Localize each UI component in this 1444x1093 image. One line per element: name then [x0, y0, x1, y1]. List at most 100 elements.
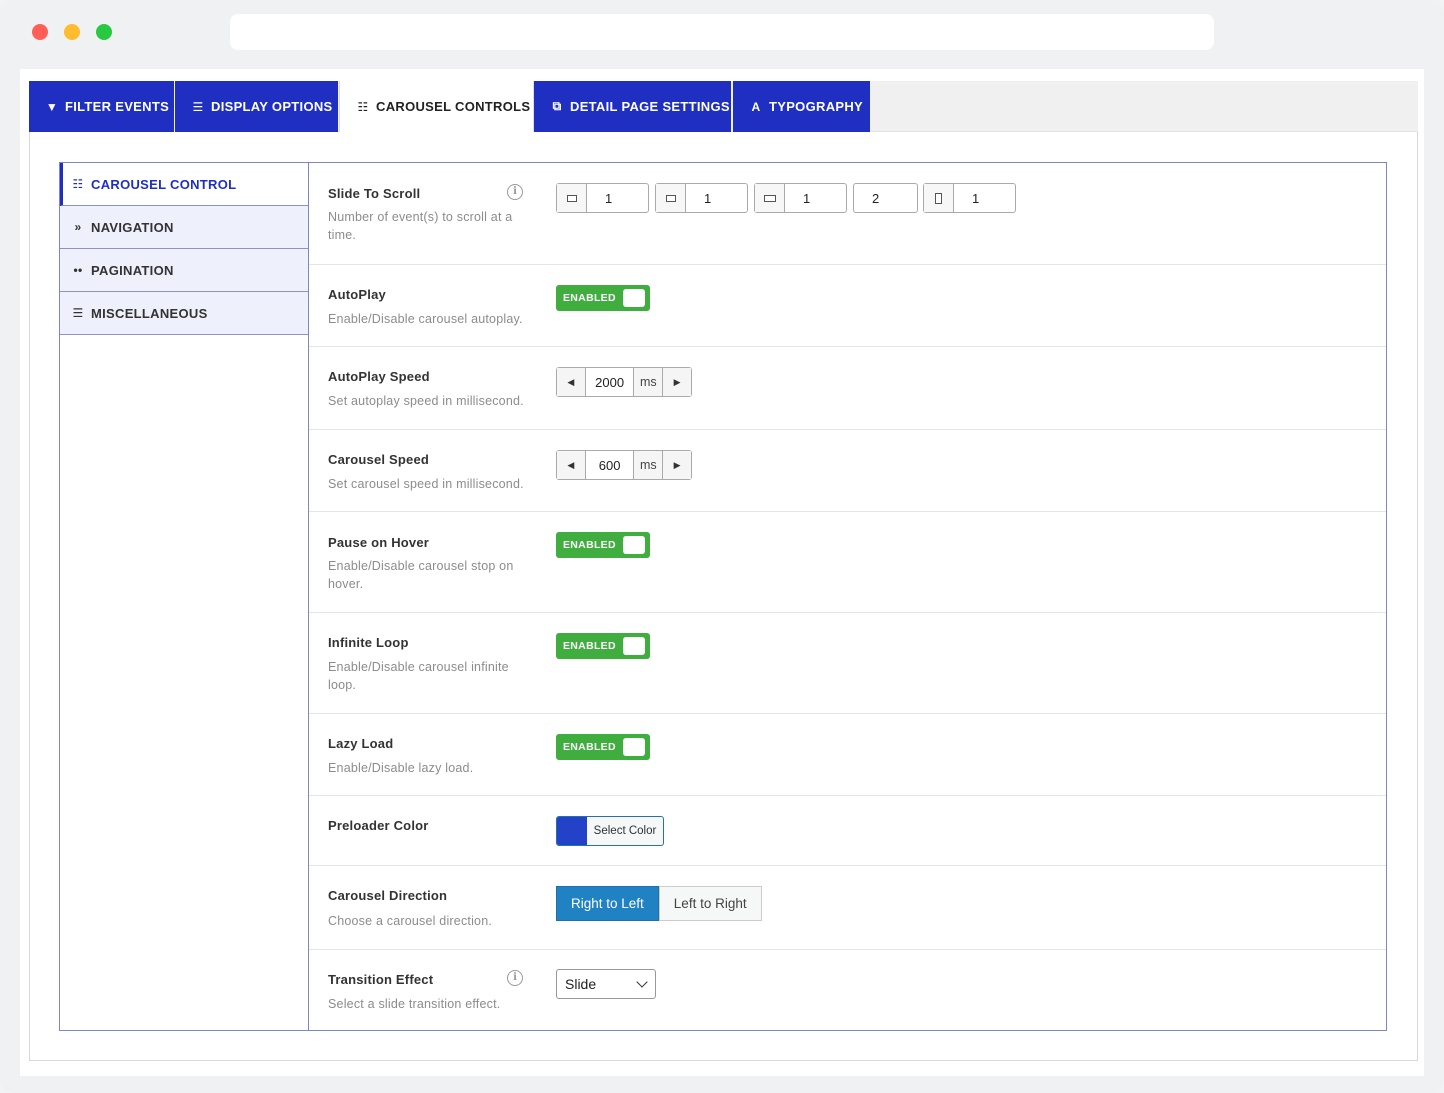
setting-autoplay-speed: AutoPlay Speed Set autoplay speed in mil… — [309, 347, 1386, 430]
sliders-icon: ☷ — [357, 99, 369, 114]
mobile-icon — [924, 184, 954, 212]
angle-double-right-icon: » — [74, 220, 82, 234]
sidebar-item-label: NAVIGATION — [91, 219, 174, 235]
sidebar-item-carousel-control[interactable]: ☷ CAROUSEL CONTROL — [60, 163, 308, 206]
sub-sidebar: ☷ CAROUSEL CONTROL » NAVIGATION •• PAGIN… — [60, 163, 309, 1030]
toggle-knob — [623, 738, 645, 756]
setting-title: Carousel Speed — [328, 452, 430, 467]
tab-display-options[interactable]: ☰ DISPLAY OPTIONS — [175, 81, 338, 132]
setting-preloader-color: Preloader Color Select Color — [309, 796, 1386, 866]
tablet-input[interactable]: 1 — [754, 183, 847, 213]
left-to-right-button[interactable]: Left to Right — [658, 886, 762, 921]
carousel-speed-input[interactable]: 600 — [586, 451, 634, 479]
right-to-left-button[interactable]: Right to Left — [556, 886, 659, 921]
sidebar-item-pagination[interactable]: •• PAGINATION — [60, 249, 308, 292]
transition-effect-select[interactable]: Slide — [556, 969, 656, 999]
chevron-down-icon — [636, 976, 648, 988]
font-icon: A — [751, 99, 761, 114]
toggle-knob — [623, 289, 645, 307]
tab-filter-events[interactable]: ▼ FILTER EVENTS — [29, 81, 174, 132]
setting-description: Select a slide transition effect. — [328, 997, 501, 1011]
increment-button[interactable]: ▶ — [662, 451, 691, 479]
sidebar-item-label: CAROUSEL CONTROL — [91, 176, 237, 192]
maximize-window-button[interactable] — [96, 24, 112, 40]
mobile-value: 1 — [972, 190, 980, 206]
autoplay-toggle[interactable]: ENABLED — [556, 285, 650, 311]
pause-on-hover-toggle[interactable]: ENABLED — [556, 532, 650, 558]
dots-icon: •• — [73, 263, 83, 277]
desktop-input[interactable]: 1 — [655, 183, 748, 213]
setting-pause-on-hover: Pause on Hover Enable/Disable carousel s… — [309, 512, 1386, 613]
carousel-controls-panel: ☷ CAROUSEL CONTROL » NAVIGATION •• PAGIN… — [59, 162, 1387, 1031]
close-window-button[interactable] — [32, 24, 48, 40]
increment-button[interactable]: ▶ — [662, 368, 691, 396]
setting-title: Infinite Loop — [328, 635, 409, 650]
tablet-value: 1 — [803, 190, 811, 206]
setting-description: Enable/Disable carousel autoplay. — [328, 312, 523, 326]
tab-label: DETAIL PAGE SETTINGS — [570, 99, 730, 114]
setting-slide-to-scroll: Slide To Scroll i Number of event(s) to … — [309, 163, 1386, 265]
external-link-icon: ⧉ — [552, 99, 562, 113]
settings-content: Slide To Scroll i Number of event(s) to … — [309, 163, 1386, 1030]
toggle-knob — [623, 536, 645, 554]
large-desktop-value: 1 — [605, 190, 613, 206]
setting-title: AutoPlay — [328, 287, 386, 302]
main-tabs: ▼ FILTER EVENTS ☰ DISPLAY OPTIONS ☷ CARO… — [29, 81, 1418, 132]
info-icon[interactable]: i — [507, 184, 523, 200]
list-icon: ☰ — [72, 306, 84, 320]
sidebar-item-miscellaneous[interactable]: ☰ MISCELLANEOUS — [60, 292, 308, 335]
tab-typography[interactable]: A TYPOGRAPHY — [733, 81, 870, 132]
filter-icon: ▼ — [45, 99, 59, 114]
tab-label: DISPLAY OPTIONS — [211, 99, 333, 114]
tab-label: CAROUSEL CONTROLS — [376, 99, 531, 114]
title-bar — [0, 0, 1444, 64]
decrement-button[interactable]: ◀ — [557, 451, 586, 479]
tablet-landscape-icon — [755, 184, 785, 212]
setting-carousel-speed: Carousel Speed Set carousel speed in mil… — [309, 430, 1386, 512]
setting-description: Choose a carousel direction. — [328, 914, 493, 928]
toggle-label: ENABLED — [563, 741, 616, 753]
setting-description: Enable/Disable carousel infinite loop. — [328, 660, 509, 692]
setting-lazy-load: Lazy Load Enable/Disable lazy load. ENAB… — [309, 714, 1386, 796]
setting-title: Lazy Load — [328, 736, 394, 751]
setting-description: Set autoplay speed in millisecond. — [328, 394, 524, 408]
address-bar[interactable] — [230, 14, 1214, 50]
lazy-load-toggle[interactable]: ENABLED — [556, 734, 650, 760]
mobile-input[interactable]: 1 — [923, 183, 1016, 213]
sidebar-item-label: PAGINATION — [91, 262, 174, 278]
mobile-landscape-input[interactable]: 2 — [853, 183, 918, 213]
tab-carousel-controls[interactable]: ☷ CAROUSEL CONTROLS — [339, 81, 534, 132]
toggle-knob — [623, 637, 645, 655]
select-value: Slide — [565, 976, 597, 992]
carousel-direction-buttons: Right to Left Left to Right — [556, 886, 762, 921]
setting-infinite-loop: Infinite Loop Enable/Disable carousel in… — [309, 613, 1386, 714]
infinite-loop-toggle[interactable]: ENABLED — [556, 633, 650, 659]
browser-window: ▼ FILTER EVENTS ☰ DISPLAY OPTIONS ☷ CARO… — [0, 0, 1444, 1093]
sidebar-item-navigation[interactable]: » NAVIGATION — [60, 206, 308, 249]
setting-description: Set carousel speed in millisecond. — [328, 477, 524, 491]
tab-label: FILTER EVENTS — [65, 99, 170, 114]
setting-title: Transition Effect — [328, 972, 434, 987]
unit-label: ms — [633, 368, 663, 396]
setting-title: Carousel Direction — [328, 888, 448, 903]
desktop-value: 1 — [704, 190, 712, 206]
tab-detail-page-settings[interactable]: ⧉ DETAIL PAGE SETTINGS — [534, 81, 731, 132]
large-desktop-input[interactable]: 1 — [556, 183, 649, 213]
decrement-button[interactable]: ◀ — [557, 368, 586, 396]
preloader-color-picker[interactable]: Select Color — [556, 816, 664, 846]
setting-title: Pause on Hover — [328, 535, 430, 550]
tab-label: TYPOGRAPHY — [769, 99, 864, 114]
setting-title: Preloader Color — [328, 818, 429, 833]
list-icon: ☰ — [192, 99, 204, 114]
sliders-icon: ☷ — [72, 177, 84, 191]
setting-title: AutoPlay Speed — [328, 369, 430, 384]
setting-transition-effect: Transition Effect i Select a slide trans… — [309, 950, 1386, 1030]
desktop-icon — [557, 184, 587, 212]
setting-autoplay: AutoPlay Enable/Disable carousel autopla… — [309, 265, 1386, 347]
sidebar-item-label: MISCELLANEOUS — [91, 305, 208, 321]
setting-description: Enable/Disable lazy load. — [328, 761, 474, 775]
info-icon[interactable]: i — [507, 970, 523, 986]
minimize-window-button[interactable] — [64, 24, 80, 40]
autoplay-speed-input[interactable]: 2000 — [586, 368, 634, 396]
autoplay-speed-spinner: ◀ 2000 ms ▶ — [556, 367, 692, 397]
